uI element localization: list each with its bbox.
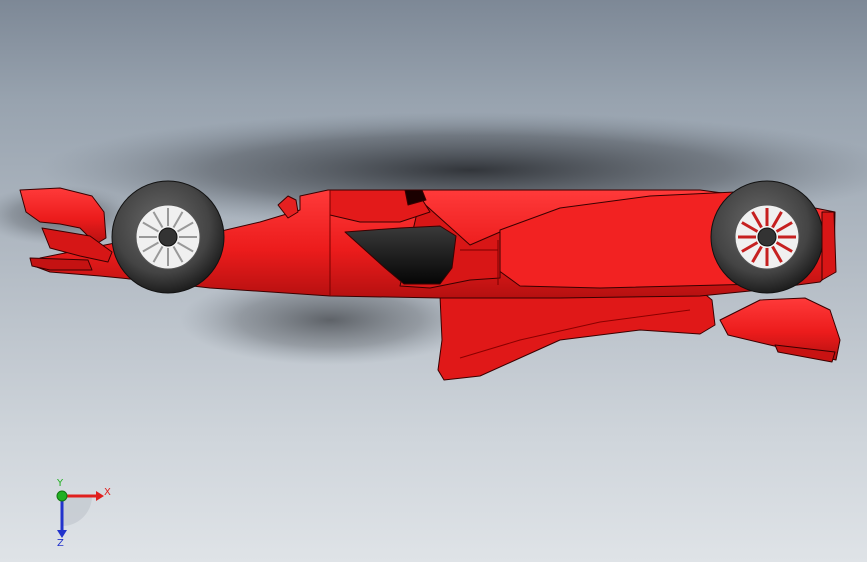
z-axis-label: Z <box>57 538 64 548</box>
triad-quadrant <box>62 496 92 526</box>
model-view[interactable] <box>0 0 867 562</box>
rear-wing-upper <box>821 211 837 281</box>
rear-wheel <box>710 180 824 294</box>
y-axis-label: Y <box>56 478 64 489</box>
z-axis-arrow-icon <box>57 530 67 538</box>
cad-viewport[interactable]: X Z Y <box>0 0 867 562</box>
x-axis-label: X <box>104 487 111 498</box>
front-wheel <box>111 180 225 294</box>
car-floor <box>437 289 716 381</box>
front-hub <box>158 227 178 247</box>
orientation-triad[interactable]: X Z Y <box>40 478 120 548</box>
x-axis-arrow-icon <box>96 491 104 501</box>
rear-hub <box>757 227 777 247</box>
y-axis-point <box>56 490 68 502</box>
